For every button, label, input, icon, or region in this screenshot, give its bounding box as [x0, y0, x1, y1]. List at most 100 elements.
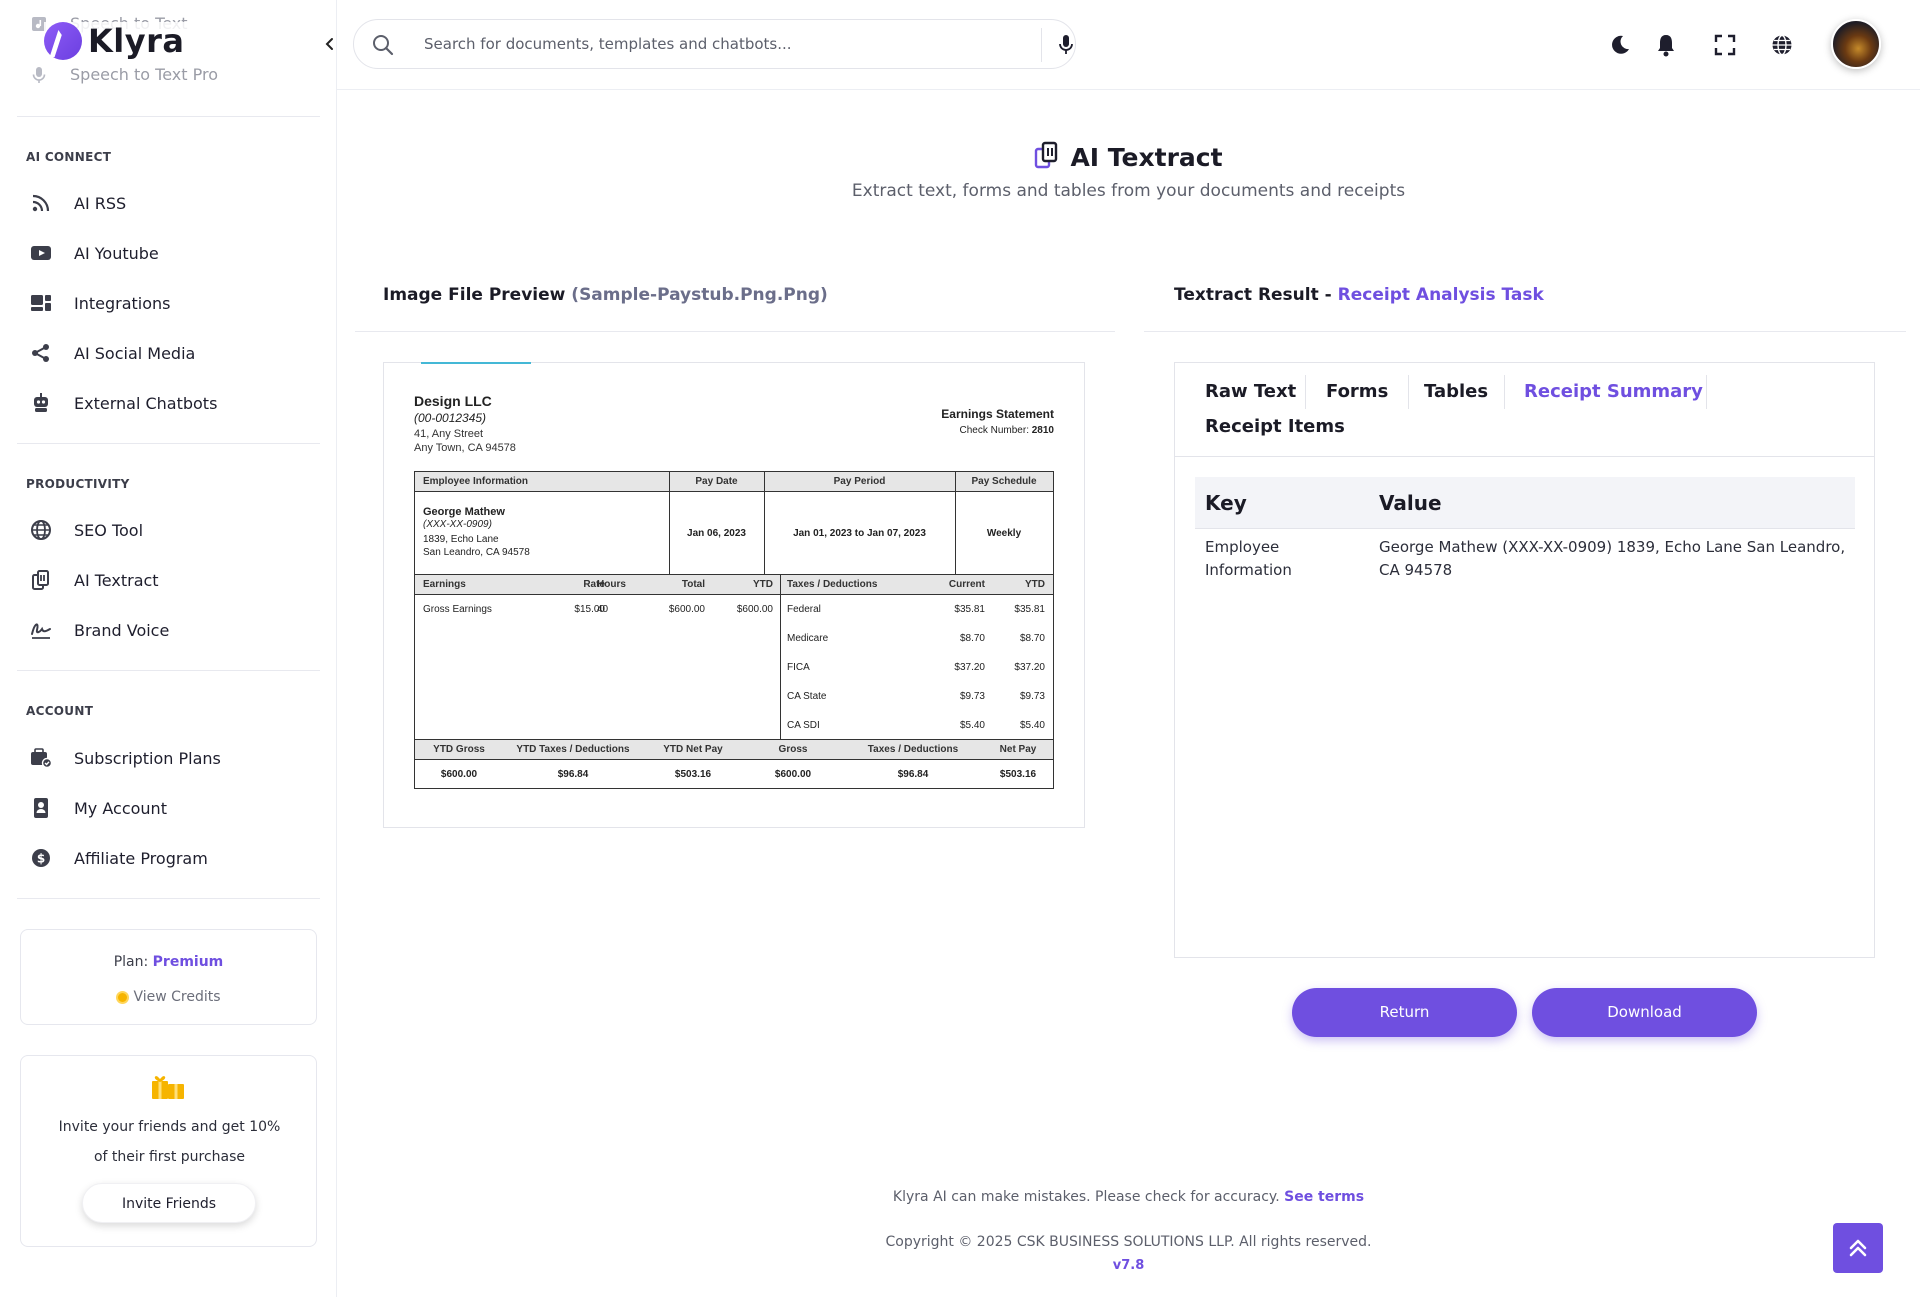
sidebar-item-seo-tool[interactable]: SEO Tool	[30, 513, 320, 547]
sidebar-item-speech-to-text-pro[interactable]: Speech to Text Pro	[30, 65, 218, 84]
stub-employee-address-2: San Leandro, CA 94578	[423, 547, 530, 558]
stub-summary-value: $600.00	[774, 769, 812, 780]
stub-th: Pay Period	[833, 476, 886, 487]
preview-heading-rule	[355, 331, 1115, 332]
voice-search-icon[interactable]	[1056, 33, 1076, 57]
textract-result: Raw Text Forms Tables Receipt Summary Re…	[1174, 362, 1875, 958]
sidebar-item-ai-youtube[interactable]: AI Youtube	[30, 236, 320, 270]
notification-bell-icon[interactable]	[1653, 32, 1679, 58]
section-label-productivity: PRODUCTIVITY	[26, 477, 130, 491]
stub-summary-value: $96.84	[557, 769, 589, 780]
sidebar-item-label: Affiliate Program	[74, 848, 208, 868]
footer-version: v7.8	[1112, 1258, 1145, 1273]
sidebar-item-ai-textract[interactable]: AI Textract	[30, 563, 320, 597]
textract-icon	[30, 569, 52, 591]
dark-mode-icon[interactable]	[1607, 32, 1633, 58]
sidebar-item-affiliate-program[interactable]: $ Affiliate Program	[30, 841, 320, 875]
stub-earnings-ytd: $600.00	[736, 604, 773, 615]
see-terms-link[interactable]: See terms	[1284, 1189, 1364, 1205]
kv-row-value: George Mathew (XXX-XX-0909) 1839, Echo L…	[1379, 538, 1846, 579]
tab-receipt-summary[interactable]: Receipt Summary	[1524, 381, 1703, 402]
tab-receipt-items[interactable]: Receipt Items	[1205, 416, 1345, 437]
stub-earnings-table: Earnings Rate Hours Total YTD Gross Earn…	[414, 574, 1054, 740]
stub-tax-label: CA State	[787, 691, 827, 702]
microphone-icon	[30, 66, 48, 84]
sidebar-item-my-account[interactable]: My Account	[30, 791, 320, 825]
stub-th: YTD Net Pay	[663, 744, 723, 755]
tab-forms[interactable]: Forms	[1326, 381, 1388, 402]
stub-th: Pay Date	[695, 476, 738, 487]
footer-copyright: Copyright © 2025 CSK BUSINESS SOLUTIONS …	[885, 1234, 1372, 1250]
page-title: AI Textract	[337, 141, 1920, 173]
stub-summary-value: $96.84	[897, 769, 929, 780]
stub-tax-ytd: $35.81	[1014, 604, 1045, 615]
sidebar-item-label: AI Social Media	[74, 343, 196, 363]
id-card-icon	[30, 797, 52, 819]
result-task-name: Receipt Analysis Task	[1337, 285, 1544, 305]
sidebar-divider	[17, 898, 320, 899]
preview-heading: Image File Preview (Sample-Paystub.Png.P…	[383, 285, 828, 305]
kv-row-key: Employee Information	[1205, 538, 1292, 579]
brand-logo[interactable]: Klyra	[44, 22, 199, 60]
tab-tables[interactable]: Tables	[1424, 381, 1488, 402]
stub-tax-ytd: $8.70	[1019, 633, 1045, 644]
sidebar-item-subscription-plans[interactable]: Subscription Plans	[30, 741, 320, 775]
return-button[interactable]: Return	[1292, 988, 1517, 1037]
tab-separator	[1305, 375, 1306, 409]
stub-tax-label: CA SDI	[787, 720, 820, 731]
stub-th: YTD Gross	[433, 744, 485, 755]
image-preview: Design LLC (00-0012345) 41, Any Street A…	[383, 362, 1085, 828]
sidebar-item-integrations[interactable]: Integrations	[30, 286, 320, 320]
sidebar-item-ai-rss[interactable]: AI RSS	[30, 186, 320, 220]
invite-friends-button[interactable]: Invite Friends	[82, 1183, 256, 1223]
stub-th: YTD	[1025, 579, 1045, 590]
youtube-icon	[30, 242, 52, 264]
stub-th: YTD Taxes / Deductions	[516, 744, 630, 755]
stub-company: Design LLC	[414, 393, 492, 409]
disclaimer-text: Klyra AI can make mistakes. Please check…	[892, 1189, 1280, 1205]
top-bar: Search for documents, templates and chat…	[337, 0, 1920, 90]
share-icon	[30, 342, 52, 364]
app-root: Speech to Text Speech to Text Pro Klyra …	[0, 0, 1920, 1297]
result-heading-rule	[1144, 331, 1906, 332]
tab-separator	[1408, 375, 1409, 409]
sidebar-item-ai-social-media[interactable]: AI Social Media	[30, 336, 320, 370]
svg-text:$: $	[37, 852, 45, 866]
stub-th: Taxes / Deductions	[787, 579, 878, 590]
download-button[interactable]: Download	[1532, 988, 1757, 1037]
user-avatar[interactable]	[1831, 19, 1881, 69]
stub-tax-ytd: $9.73	[1019, 691, 1045, 702]
sidebar-item-external-chatbots[interactable]: External Chatbots	[30, 386, 320, 420]
textract-icon	[1034, 141, 1060, 173]
tab-raw-text[interactable]: Raw Text	[1205, 381, 1296, 402]
sidebar-item-label: SEO Tool	[74, 520, 144, 540]
stub-company-id: (00-0012345)	[414, 411, 487, 425]
sidebar-item-label: Subscription Plans	[74, 748, 221, 768]
view-credits-link[interactable]: View Credits	[21, 989, 316, 1005]
scroll-to-top-button[interactable]	[1833, 1223, 1883, 1273]
stub-earnings-label: Gross Earnings	[423, 604, 492, 615]
search-bar[interactable]: Search for documents, templates and chat…	[353, 19, 1076, 69]
view-credits-label: View Credits	[133, 989, 221, 1005]
sidebar-collapse-button[interactable]	[322, 36, 338, 56]
language-globe-icon[interactable]	[1769, 32, 1795, 58]
sidebar-item-brand-voice[interactable]: Brand Voice	[30, 613, 320, 647]
stub-th: Employee Information	[423, 476, 529, 487]
fullscreen-icon[interactable]	[1712, 32, 1738, 58]
stub-pay-date: Jan 06, 2023	[687, 528, 746, 539]
rss-icon	[30, 192, 52, 214]
stub-th: Earnings	[423, 579, 466, 590]
preview-accent-bar	[421, 362, 531, 364]
sidebar-item-label: AI Textract	[74, 570, 159, 590]
search-input[interactable]: Search for documents, templates and chat…	[424, 35, 792, 53]
stub-th: YTD	[753, 579, 773, 590]
sidebar-divider	[17, 443, 320, 444]
stub-tax-label: Medicare	[787, 633, 829, 644]
stub-col-line	[955, 472, 956, 574]
stub-summary-table: YTD Gross YTD Taxes / Deductions YTD Net…	[414, 739, 1054, 789]
stub-tax-current: $9.73	[959, 691, 985, 702]
section-label-account: ACCOUNT	[26, 704, 94, 718]
footer-disclaimer: Klyra AI can make mistakes. Please check…	[337, 1189, 1920, 1205]
sidebar: Speech to Text Speech to Text Pro Klyra …	[0, 0, 337, 1297]
result-heading: Textract Result - Receipt Analysis Task	[1174, 285, 1544, 305]
